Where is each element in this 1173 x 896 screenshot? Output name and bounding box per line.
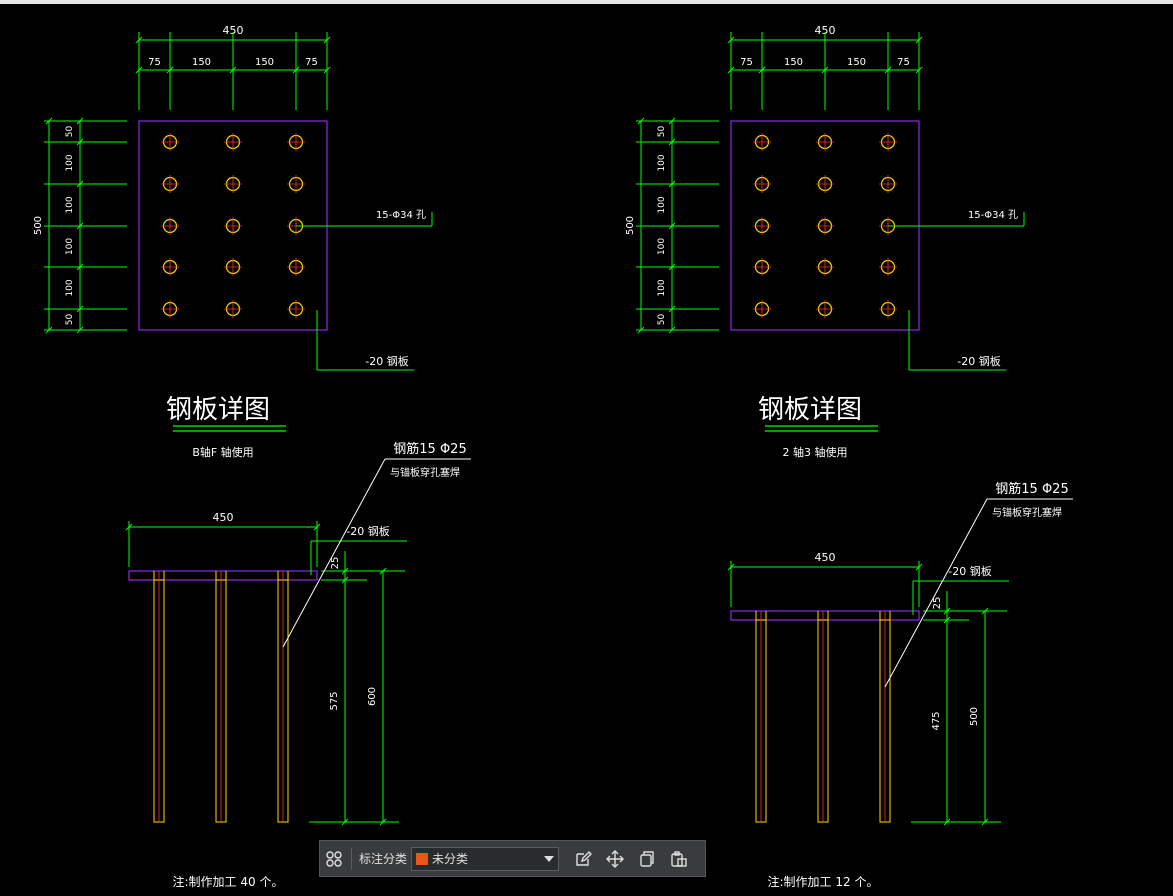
category-select[interactable]: 未分类: [411, 846, 560, 871]
drawing-subtitle: 2 轴3 轴使用: [783, 445, 848, 459]
hole-note-text: 15-Φ34 孔: [376, 209, 426, 221]
dimension-text: 500: [33, 216, 44, 235]
dimension-text: 75: [897, 57, 910, 68]
drawing-left: 450 75 150 150 75 500 50 100 100 100 100 50 15-Φ34 孔…: [33, 24, 471, 889]
dimension-text: 500: [625, 216, 636, 235]
move-icon[interactable]: [599, 845, 631, 873]
annotation-toolbar: 标注分类 未分类: [319, 840, 706, 877]
dimension-text: 50: [657, 314, 667, 326]
dimension-text: 150: [192, 57, 211, 68]
dimension-text: 100: [65, 154, 75, 171]
drawing-subtitle: B轴F 轴使用: [192, 445, 253, 459]
dimension-text: 100: [65, 279, 75, 296]
grid-icon[interactable]: [320, 845, 348, 873]
dimension-text: 100: [657, 279, 667, 296]
dimension-text: 75: [305, 57, 318, 68]
drawing-right: 450 75 150 150 75 500 50 100 100 100 100 50 15-Φ34 孔…: [625, 24, 1073, 889]
plate-note-text: -20 钢板: [948, 564, 991, 578]
plate-note-text: -20 钢板: [365, 354, 408, 368]
dimension-text: 150: [255, 57, 274, 68]
plate-note-text: -20 钢板: [957, 354, 1000, 368]
dimension-text: 600: [367, 687, 378, 706]
dimension-text: 50: [65, 126, 75, 138]
leader-line: [884, 498, 988, 688]
dimension-text: 50: [657, 126, 667, 138]
rebar-note-text: 钢筋15 Φ25: [995, 481, 1068, 497]
dimension-text: 450: [213, 511, 234, 524]
category-selected-value: 未分类: [432, 852, 469, 866]
edit-icon[interactable]: [567, 845, 599, 873]
drawing-title: 钢板详图: [166, 395, 270, 425]
dimension-text: 575: [329, 691, 340, 710]
leader-line: [282, 458, 386, 648]
drawing-title: 钢板详图: [758, 395, 862, 425]
rebar-note-text: 与锚板穿孔塞焊: [992, 506, 1062, 519]
rebar-note-text: 与锚板穿孔塞焊: [390, 466, 460, 479]
dimension-text: 25: [932, 597, 943, 610]
dimension-text: 50: [65, 314, 75, 326]
dimension-text: 150: [784, 57, 803, 68]
dimension-text: 100: [65, 238, 75, 255]
dimension-text: 100: [65, 196, 75, 213]
footnote-text: 注:制作加工 12 个。: [768, 874, 879, 889]
plate-note-text: -20 钢板: [346, 524, 389, 538]
chevron-down-icon: [544, 855, 555, 862]
category-label: 标注分类: [359, 852, 408, 866]
toolbar-divider: [351, 847, 352, 870]
dimension-text: 25: [330, 557, 341, 570]
dimension-text: 150: [847, 57, 866, 68]
copy-icon[interactable]: [631, 845, 663, 873]
dimension-text: 100: [657, 238, 667, 255]
dimension-text: 100: [657, 154, 667, 171]
hole-note-text: 15-Φ34 孔: [968, 209, 1018, 221]
dimension-text: 475: [931, 711, 942, 730]
dimension-text: 75: [148, 57, 161, 68]
cad-canvas[interactable]: 450 75 150 150 75 500 50 100 100 100 100 50 15-Φ34 孔…: [0, 0, 1173, 896]
rebar-note-text: 钢筋15 Φ25: [393, 441, 466, 457]
steel-plate-elevation: [128, 570, 318, 581]
dimension-text: 100: [657, 196, 667, 213]
footnote-text: 注:制作加工 40 个。: [173, 874, 284, 889]
dimension-text: 500: [969, 707, 980, 726]
paste-icon[interactable]: [663, 845, 695, 873]
dimension-text: 450: [815, 551, 836, 564]
category-color-swatch: [416, 852, 429, 865]
steel-plate-elevation: [730, 610, 920, 621]
dimension-text: 75: [740, 57, 753, 68]
